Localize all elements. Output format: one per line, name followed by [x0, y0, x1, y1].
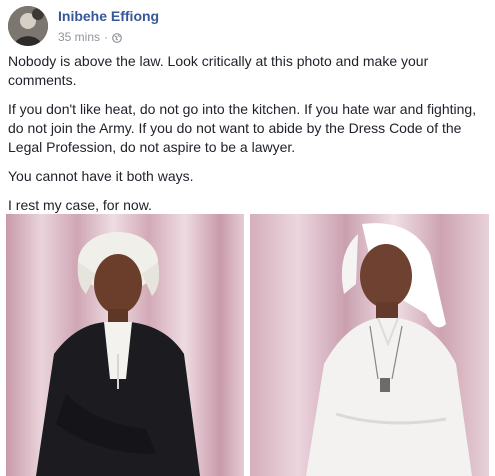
right-photo — [250, 214, 489, 476]
post-paragraph: Nobody is above the law. Look critically… — [8, 53, 429, 88]
post-meta: 35 mins · — [58, 30, 122, 44]
post-paragraph: If you don't like heat, do not go into t… — [8, 101, 477, 155]
globe-icon — [112, 32, 122, 43]
meta-separator: · — [104, 30, 109, 44]
post-photo[interactable] — [6, 214, 489, 476]
post-paragraph: You cannot have it both ways. — [8, 168, 194, 184]
post-header: Inibehe Effiong 35 mins · — [8, 4, 488, 46]
avatar-image — [8, 6, 48, 46]
avatar[interactable] — [8, 6, 48, 46]
author-name[interactable]: Inibehe Effiong — [58, 8, 159, 24]
post-paragraph: I rest my case, for now. — [8, 197, 152, 213]
post-text: Nobody is above the law. Look critically… — [8, 52, 490, 225]
left-photo — [6, 214, 244, 476]
timestamp[interactable]: 35 mins — [58, 30, 100, 44]
